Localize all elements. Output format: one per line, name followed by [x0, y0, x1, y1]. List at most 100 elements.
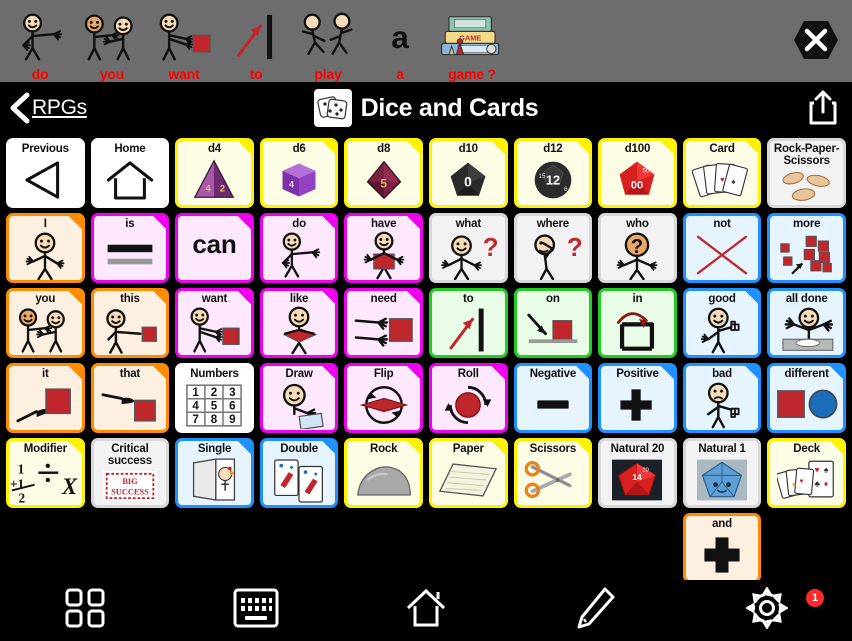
symbol-button[interactable]: Numbers 123 456 789 [175, 363, 254, 433]
cell-slot [88, 511, 173, 585]
symbol-button[interactable]: Paper [428, 438, 508, 508]
symbol-button[interactable]: where ? [513, 213, 593, 283]
d10-die-icon: 0 [432, 155, 505, 205]
symbol-button[interactable]: is [90, 213, 170, 283]
svg-text:♠: ♠ [824, 465, 829, 475]
symbol-button[interactable]: Rock-Paper- Scissors [767, 138, 846, 208]
symbol-button[interactable]: this [90, 288, 170, 358]
message-bar[interactable]: do you want to play a a GAME game ? [0, 0, 852, 82]
symbol-button[interactable]: d8 5 [344, 138, 423, 208]
symbol-button[interactable]: who ? [598, 213, 677, 283]
arrow-on-block-icon [517, 305, 590, 355]
symbol-button[interactable]: I [6, 213, 85, 283]
message-word[interactable]: do [4, 0, 76, 82]
svg-text:a: a [391, 19, 409, 55]
share-icon[interactable] [808, 90, 838, 126]
person-empty-plate-icon [770, 305, 843, 355]
cell-slot: Roll [426, 361, 511, 435]
symbol-button[interactable]: Natural 1 [682, 438, 762, 508]
toolbar-button-keyboard[interactable] [170, 580, 340, 641]
symbol-button[interactable]: to [428, 288, 508, 358]
plus-sign-icon [601, 380, 674, 430]
svg-text:♣: ♣ [814, 479, 820, 489]
symbol-button[interactable]: Natural 20 14 20 [598, 438, 677, 508]
symbol-button[interactable]: do [259, 213, 339, 283]
symbol-button[interactable]: Critical success BIG SUCCESS [90, 438, 170, 508]
symbol-button[interactable]: Positive [598, 363, 677, 433]
svg-text:6: 6 [564, 186, 568, 193]
svg-text:7: 7 [193, 412, 199, 425]
toolbar-button-grid[interactable] [0, 580, 170, 641]
playing-cards-fan-icon: ♥ ♠ [686, 155, 759, 205]
message-word[interactable]: you [76, 0, 148, 82]
symbol-button[interactable]: d100 00 50 [598, 138, 677, 208]
symbol-button[interactable]: Flip [344, 363, 423, 433]
symbol-button[interactable]: Card ♥ ♠ [682, 138, 762, 208]
svg-text:4: 4 [206, 184, 212, 195]
symbol-button[interactable]: can [175, 213, 254, 283]
symbol-button[interactable]: like [259, 288, 339, 358]
symbol-button[interactable]: good [682, 288, 762, 358]
symbol-label: Numbers [190, 368, 239, 380]
svg-text:?: ? [483, 234, 499, 262]
d100-die-icon: 00 50 [601, 155, 674, 205]
symbol-button[interactable]: bad [682, 363, 762, 433]
close-icon[interactable] [792, 16, 840, 64]
page-title-text: Dice and Cards [360, 93, 539, 122]
roll-arrows-icon [432, 380, 505, 430]
symbol-button[interactable]: Double [259, 438, 339, 508]
symbol-button[interactable]: need [344, 288, 423, 358]
symbol-button[interactable]: Previous [6, 138, 85, 208]
symbol-button[interactable]: on [513, 288, 593, 358]
symbol-button[interactable]: what ? [428, 213, 508, 283]
svg-text:12: 12 [546, 173, 560, 188]
message-word[interactable]: aa [364, 0, 436, 82]
notification-badge: 1 [806, 589, 825, 607]
symbol-button[interactable]: Modifier 1 +1 2 X [6, 438, 85, 508]
symbol-button[interactable]: in [598, 288, 677, 358]
empty-cell [429, 513, 508, 583]
symbol-button[interactable]: Roll [428, 363, 508, 433]
toolbar-button-gear[interactable]: 1 [682, 580, 852, 641]
symbol-button[interactable]: not [682, 213, 762, 283]
message-word[interactable]: to [220, 0, 292, 82]
cell-slot: d4 4 2 [172, 136, 257, 210]
symbol-button[interactable]: Single [175, 438, 254, 508]
symbol-button[interactable]: Home [90, 138, 170, 208]
cell-slot [3, 511, 88, 585]
symbol-button[interactable]: it [6, 363, 85, 433]
symbol-button[interactable]: Negative [513, 363, 593, 433]
svg-text:8: 8 [211, 412, 218, 425]
paper-sheet-icon [432, 455, 505, 505]
symbol-button[interactable]: d4 4 2 [175, 138, 254, 208]
cell-slot: want [172, 286, 257, 360]
symbol-button[interactable]: all done [767, 288, 846, 358]
toolbar-button-pencil[interactable] [511, 580, 681, 641]
symbol-button[interactable]: d12 12 15 6 [513, 138, 593, 208]
symbol-button[interactable]: have [344, 213, 423, 283]
message-word[interactable]: play [292, 0, 364, 82]
grid-icon [64, 587, 106, 634]
toolbar-button-home[interactable] [341, 580, 511, 641]
symbol-button[interactable]: that [90, 363, 170, 433]
cell-slot: what ? [426, 211, 511, 285]
symbol-button[interactable]: you [6, 288, 85, 358]
symbol-button[interactable]: Rock [344, 438, 423, 508]
cell-slot: Natural 20 14 20 [595, 436, 680, 510]
svg-text:BIG: BIG [122, 477, 138, 486]
symbol-label: where [536, 218, 569, 230]
symbol-button[interactable]: d6 4 [259, 138, 339, 208]
symbol-button[interactable]: Scissors [513, 438, 593, 508]
cell-slot: Positive [595, 361, 680, 435]
symbol-button[interactable]: different [767, 363, 846, 433]
symbol-button[interactable]: d10 0 [428, 138, 508, 208]
symbol-button[interactable]: Deck ♥ ♠ ♣ ♦ ♥ ★ [767, 438, 846, 508]
message-word[interactable]: want [148, 0, 220, 82]
message-word[interactable]: GAME game ? [436, 0, 508, 82]
message-word-list[interactable]: do you want to play a a GAME game ? [0, 0, 508, 82]
symbol-button[interactable]: more [767, 213, 846, 283]
symbol-label: in [632, 293, 643, 305]
symbol-button[interactable]: want [175, 288, 254, 358]
symbol-button[interactable]: and [682, 513, 762, 583]
symbol-button[interactable]: Draw [259, 363, 339, 433]
